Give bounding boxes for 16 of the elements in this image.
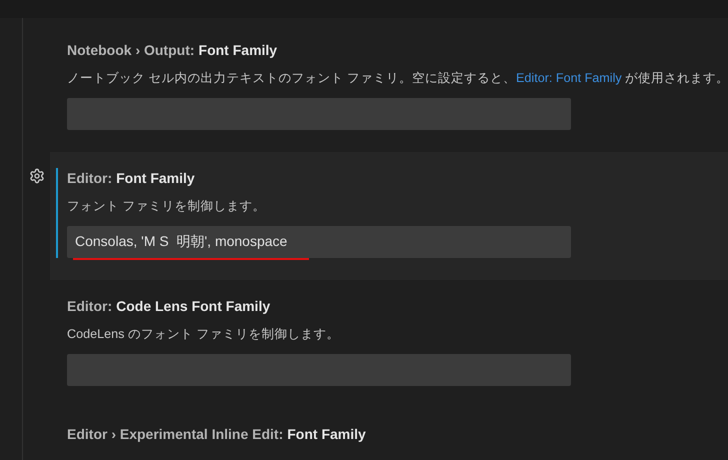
setting-description: CodeLens のフォント ファミリを制御します。 bbox=[67, 326, 340, 343]
setting-name: Font Family bbox=[287, 425, 366, 444]
setting-description: フォント ファミリを制御します。 bbox=[67, 198, 266, 215]
setting-link[interactable]: Editor: Font Family bbox=[516, 71, 622, 85]
setting-category: Editor: bbox=[67, 297, 112, 316]
setting-name: Font Family bbox=[116, 169, 195, 188]
setting-description: ノートブック セル内の出力テキストのフォント ファミリ。空に設定すると、Editor: Font Family が使用されます。 bbox=[67, 70, 728, 87]
input-field[interactable]: Consolas, 'M S 明朝', monospace bbox=[67, 226, 571, 258]
input-field[interactable] bbox=[67, 98, 571, 130]
input-field[interactable] bbox=[67, 354, 571, 386]
setting-category: Editor: bbox=[67, 169, 112, 188]
setting-category: Notebook › Output: bbox=[67, 41, 195, 60]
setting-name: Font Family bbox=[198, 41, 278, 60]
setting-name: Code Lens Font Family bbox=[116, 297, 270, 316]
setting-category: Editor › Experimental Inline Edit: bbox=[67, 425, 284, 444]
settings-icon[interactable] bbox=[28, 168, 44, 184]
